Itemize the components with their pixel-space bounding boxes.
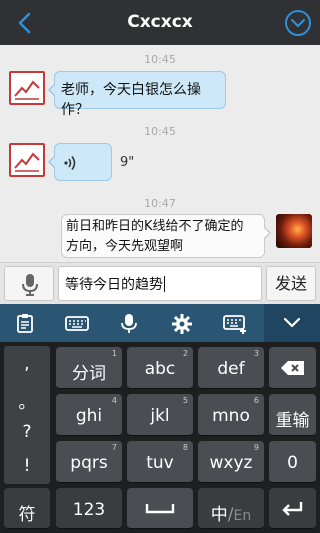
key-numbers[interactable]: 123 — [56, 488, 122, 529]
message-text: 老师，今天白银怎么操作？ — [61, 82, 201, 118]
text-cursor — [164, 276, 165, 292]
chevron-down-icon — [283, 317, 301, 328]
ime-keyboard: , 。 ? ! 1 分词 2 abc 3 def 4 ghi 5 jkl 6 m… — [0, 342, 320, 533]
key-pqrs[interactable]: 7 pqrs — [56, 441, 122, 483]
trend-chart-icon — [14, 152, 40, 172]
timestamp: 10:45 — [144, 53, 176, 66]
key-zero[interactable]: 0 — [269, 441, 316, 483]
timestamp: 10:45 — [144, 125, 176, 138]
timestamp: 10:47 — [144, 197, 176, 210]
punct-key-comma[interactable]: , — [4, 354, 50, 374]
gear-icon — [172, 314, 192, 334]
key-def[interactable]: 3 def — [198, 347, 264, 389]
voice-message-bubble[interactable] — [48, 143, 112, 181]
key-space[interactable] — [127, 488, 193, 529]
enter-icon — [282, 502, 303, 516]
key-wxyz[interactable]: 9 wxyz — [198, 441, 264, 483]
trend-chart-icon — [14, 80, 40, 100]
key-symbols[interactable]: 符 — [4, 488, 50, 529]
chevron-down-circle-icon[interactable] — [284, 9, 312, 37]
key-enter[interactable] — [269, 488, 316, 529]
message-bubble[interactable]: 老师，今天白银怎么操作？ — [48, 71, 226, 118]
punct-key-exclaim[interactable]: ! — [4, 456, 50, 476]
microphone-icon — [121, 314, 137, 333]
voice-input-button[interactable] — [4, 266, 54, 301]
voice-wave-icon — [64, 156, 76, 170]
key-abc[interactable]: 2 abc — [127, 347, 193, 389]
lang-zh: 中 — [210, 505, 228, 525]
input-value: 等待今日的趋势 — [65, 277, 163, 293]
punct-key-question[interactable]: ? — [4, 422, 50, 442]
lang-en: En — [233, 508, 252, 524]
keyboard-switch-button[interactable] — [50, 304, 102, 342]
key-tuv[interactable]: 8 tuv — [127, 441, 193, 483]
avatar[interactable] — [9, 143, 45, 177]
key-backspace[interactable] — [269, 347, 316, 389]
keyboard-edit-icon — [223, 315, 246, 334]
voice-duration: 9" — [120, 155, 135, 170]
microphone-icon — [22, 274, 38, 296]
key-fenci[interactable]: 1 分词 — [56, 347, 122, 389]
space-icon — [145, 504, 175, 514]
keyboard-edit-button[interactable] — [208, 304, 260, 342]
clipboard-icon — [17, 314, 33, 333]
key-mno[interactable]: 6 mno — [198, 394, 264, 436]
key-ghi[interactable]: 4 ghi — [56, 394, 122, 436]
clipboard-button[interactable] — [0, 304, 52, 342]
key-reset[interactable]: 重输 — [269, 394, 316, 436]
collapse-keyboard-button[interactable] — [264, 304, 320, 342]
punct-key-period[interactable]: 。 — [4, 388, 50, 413]
key-jkl[interactable]: 5 jkl — [127, 394, 193, 436]
settings-button[interactable] — [156, 304, 208, 342]
message-text: 前日和昨日的K线给不了确定的 — [66, 219, 244, 234]
title-bar: Cxcxcx — [0, 0, 320, 45]
avatar[interactable] — [9, 71, 45, 105]
message-input[interactable]: 等待今日的趋势 — [58, 266, 262, 301]
message-bubble[interactable]: 前日和昨日的K线给不了确定的 方向，今天先观望啊 — [61, 214, 271, 258]
user-avatar[interactable] — [276, 214, 312, 248]
backspace-icon — [281, 361, 304, 375]
keyboard-toolbar — [0, 304, 320, 342]
send-button[interactable]: 发送 — [266, 266, 316, 301]
page-title: Cxcxcx — [127, 12, 193, 32]
chat-area[interactable]: 10:45 老师，今天白银怎么操作？ 10:45 9" 10:47 前日和昨日的… — [0, 45, 320, 262]
voice-input-toolbar-button[interactable] — [104, 304, 156, 342]
key-language-switch[interactable]: 中/En — [198, 488, 264, 529]
input-bar: 等待今日的趋势 发送 — [0, 262, 320, 304]
keyboard-icon — [65, 316, 89, 331]
punctuation-column[interactable]: , 。 ? ! — [4, 346, 50, 484]
message-text: 方向，今天先观望啊 — [66, 239, 184, 254]
